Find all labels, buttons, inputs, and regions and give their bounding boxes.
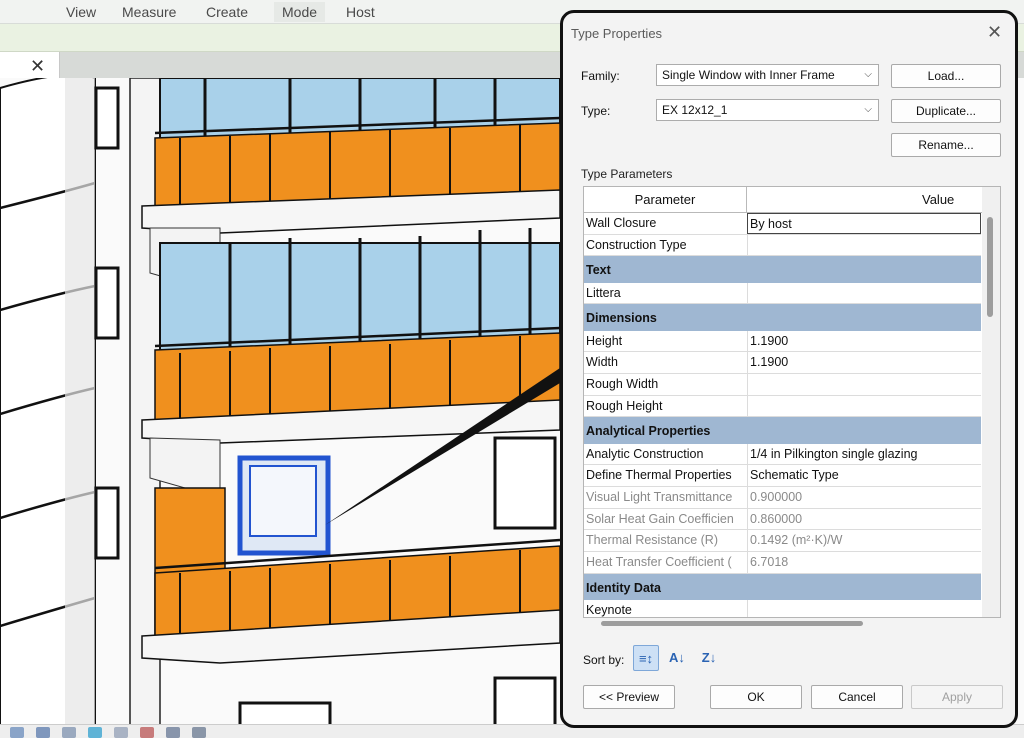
- load-button[interactable]: Load...: [891, 64, 1001, 88]
- parameter-value: 6.7018: [747, 552, 981, 574]
- property-row[interactable]: Analytic Construction 1/4 in Pilkington s…: [584, 443, 981, 466]
- property-row[interactable]: Construction Type: [584, 234, 981, 257]
- group-label: Identity Data: [586, 580, 662, 595]
- close-view-icon[interactable]: ✕: [30, 56, 45, 77]
- type-properties-dialog: Type Properties ✕ Family: Single Window …: [560, 10, 1018, 728]
- parameter-name: Heat Transfer Coefficient (: [586, 555, 732, 570]
- group-header-row[interactable]: Text: [584, 256, 981, 283]
- property-row[interactable]: Littera: [584, 282, 981, 305]
- group-label: Dimensions: [586, 311, 657, 326]
- horizontal-scroll-thumb[interactable]: [601, 621, 863, 626]
- parameter-value[interactable]: 1.1900: [747, 352, 981, 374]
- sort-descending-icon[interactable]: Z↓: [696, 645, 722, 671]
- property-row[interactable]: Thermal Resistance (R) 0.1492 (m²·K)/W: [584, 530, 981, 553]
- parameter-value[interactable]: Schematic Type: [747, 465, 981, 487]
- group-header-row[interactable]: Analytical Properties: [584, 417, 981, 444]
- parameter-value: 0.860000: [747, 508, 981, 530]
- grid-header: Parameter Value: [584, 187, 982, 213]
- parameter-value[interactable]: [747, 395, 981, 417]
- close-icon[interactable]: ✕: [987, 22, 1002, 43]
- sort-ascending-icon[interactable]: A↓: [664, 645, 690, 671]
- parameter-name: Solar Heat Gain Coefficien: [586, 511, 734, 526]
- property-row[interactable]: Width 1.1900: [584, 352, 981, 375]
- group-label: Text: [586, 263, 611, 278]
- temporary-hide-icon[interactable]: [140, 727, 154, 738]
- parameter-name: Analytic Construction: [586, 446, 704, 461]
- tab-mode[interactable]: Mode: [274, 2, 326, 22]
- tab-measure[interactable]: Measure: [114, 2, 184, 22]
- family-dropdown[interactable]: Single Window with Inner Frame ⌵: [656, 64, 879, 86]
- header-parameter[interactable]: Parameter: [584, 187, 747, 213]
- property-row[interactable]: Rough Height: [584, 395, 981, 418]
- chevron-down-icon: ⌵: [864, 104, 872, 115]
- property-row[interactable]: Height 1.1900: [584, 330, 981, 353]
- property-row[interactable]: Keynote: [584, 600, 981, 618]
- tab-create[interactable]: Create: [198, 2, 256, 22]
- vertical-scroll-thumb[interactable]: [987, 217, 993, 317]
- home-icon[interactable]: [10, 727, 24, 738]
- type-dropdown[interactable]: EX 12x12_1 ⌵: [656, 99, 879, 121]
- property-row[interactable]: Heat Transfer Coefficient ( 6.7018: [584, 552, 981, 574]
- parameter-name: Define Thermal Properties: [586, 468, 732, 483]
- parameter-value[interactable]: 1/4 in Pilkington single glazing: [747, 443, 981, 465]
- parameter-name: Construction Type: [586, 237, 687, 252]
- cancel-button[interactable]: Cancel: [811, 685, 903, 709]
- tab-view[interactable]: View: [58, 2, 104, 22]
- duplicate-button[interactable]: Duplicate...: [891, 99, 1001, 123]
- parameter-value: 0.1492 (m²·K)/W: [747, 530, 981, 552]
- sort-by-group-icon[interactable]: ≡↕: [633, 645, 659, 671]
- type-value: EX 12x12_1: [662, 103, 728, 117]
- property-row[interactable]: Wall Closure By host: [584, 213, 981, 235]
- worksharing-icon[interactable]: [192, 727, 206, 738]
- parameter-name: Keynote: [586, 603, 632, 618]
- tab-host[interactable]: Host: [338, 2, 383, 22]
- parameter-value[interactable]: [747, 600, 981, 617]
- property-row[interactable]: Rough Width: [584, 374, 981, 396]
- group-header-row[interactable]: Identity Data: [584, 573, 981, 601]
- property-row[interactable]: Define Thermal Properties Schematic Type: [584, 465, 981, 488]
- sun-path-icon[interactable]: [88, 727, 102, 738]
- property-row[interactable]: Visual Light Transmittance 0.900000: [584, 487, 981, 509]
- group-header-row[interactable]: Dimensions: [584, 304, 981, 331]
- rename-button[interactable]: Rename...: [891, 133, 1001, 157]
- chevron-down-icon: ⌵: [864, 69, 872, 80]
- parameter-name: Rough Width: [586, 377, 659, 392]
- crop-icon[interactable]: [114, 727, 128, 738]
- parameter-value[interactable]: 1.1900: [747, 330, 981, 352]
- parameter-name: Wall Closure: [586, 216, 657, 230]
- parameter-value[interactable]: [747, 282, 981, 304]
- parameter-value: 0.900000: [747, 487, 981, 509]
- type-parameters-label: Type Parameters: [581, 167, 673, 181]
- parameter-value[interactable]: [747, 374, 981, 396]
- parameter-name: Width: [586, 355, 618, 370]
- house-icon[interactable]: [36, 727, 50, 738]
- parameter-name: Height: [586, 333, 623, 348]
- sort-by-label: Sort by:: [583, 653, 625, 667]
- dialog-title: Type Properties: [571, 26, 663, 41]
- parameter-value[interactable]: [747, 234, 981, 256]
- parameter-name: Rough Height: [586, 398, 663, 413]
- parameter-name: Visual Light Transmittance: [586, 490, 733, 505]
- parameter-value-field[interactable]: By host: [747, 213, 981, 234]
- glasses-icon[interactable]: [62, 727, 76, 738]
- vertical-scrollbar[interactable]: [982, 187, 1000, 617]
- grid-rows: Wall Closure By host Construction Type Text…: [584, 213, 981, 618]
- group-label: Analytical Properties: [586, 424, 711, 439]
- family-label: Family:: [581, 69, 620, 83]
- parameter-name: Littera: [586, 285, 621, 300]
- property-row[interactable]: Solar Heat Gain Coefficien 0.860000: [584, 508, 981, 531]
- ok-button[interactable]: OK: [710, 685, 802, 709]
- header-value[interactable]: Value: [747, 187, 982, 213]
- apply-button: Apply: [911, 685, 1003, 709]
- reveal-hidden-icon[interactable]: [166, 727, 180, 738]
- family-value: Single Window with Inner Frame: [662, 68, 835, 82]
- preview-button[interactable]: << Preview: [583, 685, 675, 709]
- type-parameters-grid: Parameter Value Wall Closure By host Const…: [583, 186, 1001, 618]
- parameter-name: Thermal Resistance (R): [586, 533, 718, 548]
- type-label: Type:: [581, 104, 611, 118]
